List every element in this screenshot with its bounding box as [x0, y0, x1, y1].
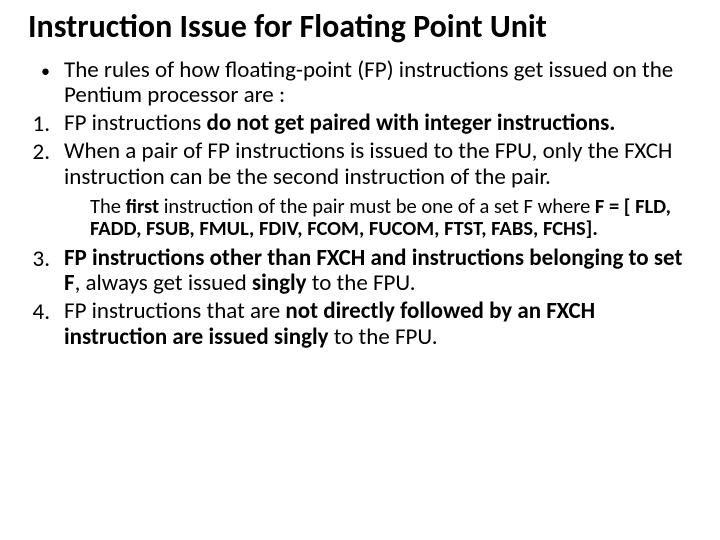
rule-1-text: FP instructions do not get paired with i…	[64, 111, 692, 137]
r1-plain: FP instructions	[64, 109, 207, 137]
intro-bullet: • The rules of how floating-point (FP) i…	[28, 58, 692, 110]
intro-text: The rules of how floating-point (FP) ins…	[64, 58, 692, 110]
r4-c: to the FPU.	[334, 323, 438, 351]
slide-body: • The rules of how floating-point (FP) i…	[28, 58, 692, 351]
num-marker: 1.	[28, 111, 64, 137]
rule-3: 3. FP instructions other than FXCH and i…	[28, 246, 692, 298]
slide: Instruction Issue for Floating Point Uni…	[0, 0, 720, 540]
num-marker: 2.	[28, 139, 64, 165]
r1-bold: do not get paired with integer instructi…	[207, 109, 616, 137]
rule-2-text: When a pair of FP instructions is issued…	[64, 139, 692, 191]
rule-4: 4. FP instructions that are not directly…	[28, 299, 692, 351]
r3-b: , always get issued	[75, 269, 252, 297]
r4-a: FP instructions that are	[64, 297, 285, 325]
bullet-icon: •	[28, 58, 64, 84]
rule-4-text: FP instructions that are not directly fo…	[64, 299, 692, 351]
num-marker: 3.	[28, 246, 64, 272]
r3-c: singly	[252, 269, 307, 297]
rule-1: 1. FP instructions do not get paired wit…	[28, 111, 692, 137]
slide-title: Instruction Issue for Floating Point Uni…	[28, 10, 692, 44]
r3-d: to the FPU.	[307, 269, 416, 297]
rule-3-text: FP instructions other than FXCH and inst…	[64, 246, 692, 298]
rule-2-sub: The first instruction of the pair must b…	[90, 195, 692, 240]
rule-2: 2. When a pair of FP instructions is iss…	[28, 139, 692, 191]
num-marker: 4.	[28, 299, 64, 325]
